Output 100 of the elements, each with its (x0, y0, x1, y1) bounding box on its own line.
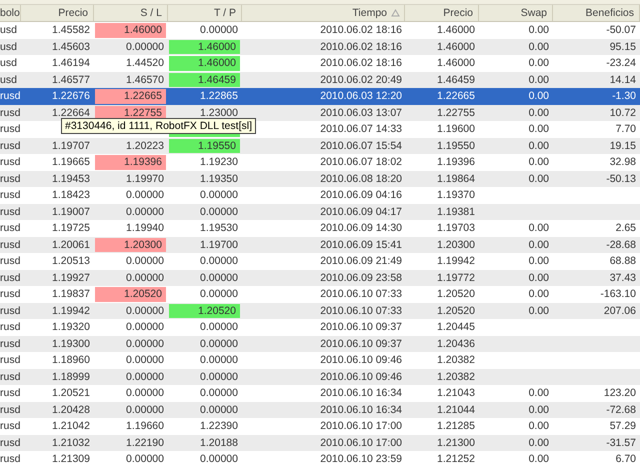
price-cell-text: 1.46459 (436, 72, 476, 88)
symbol-cell-text: rusd (0, 336, 21, 352)
profit-cell-text: 7.70 (614, 122, 637, 138)
symbol-cell-text: rusd (0, 370, 21, 385)
stop-loss-cell-text: 0.00000 (125, 353, 165, 368)
time-cell-text: 2010.06.07 18:02 (319, 155, 403, 170)
take-profit-cell-text: 0.00000 (199, 270, 239, 286)
profit-cell-text: -50.13 (605, 172, 637, 187)
swap-cell-text: 0.00 (528, 23, 550, 38)
time-cell-text: 2010.06.10 09:46 (319, 370, 403, 385)
table-row[interactable]: usd 1.46577 1.46570 1.46459 2010.06.02 20:49 1.46459 0.00 14.14 (0, 72, 640, 88)
swap-cell-text: 0.00 (528, 221, 550, 236)
stop-loss-cell-text: 0.00000 (125, 452, 165, 467)
take-profit-cell-text: 0.00000 (199, 287, 239, 302)
symbol-cell-text: rusd (0, 221, 21, 236)
symbol-cell-text: rusd (0, 270, 21, 286)
table-row[interactable]: rusd 1.18999 0.00000 0.00000 2010.06.10 09:46 1.20382 (0, 368, 640, 385)
price-cell-text: 1.20521 (51, 386, 91, 402)
column-header[interactable]: Swap (479, 5, 553, 21)
symbol-cell-text: rusd (0, 287, 21, 302)
price-cell-text: 1.22665 (436, 89, 476, 104)
symbol-cell-text: usd (0, 23, 18, 38)
take-profit-cell-text: 0.00000 (199, 353, 239, 368)
price-cell-text: 1.20520 (436, 287, 476, 302)
price-cell-text: 1.20382 (436, 353, 476, 368)
table-row[interactable]: usd 1.45603 0.00000 1.46000 2010.06.02 18:16 1.46000 0.00 95.15 (0, 38, 640, 55)
price-cell-text: 1.18423 (51, 188, 91, 204)
symbol-cell-text: rusd (0, 188, 21, 204)
price-cell-text: 1.46000 (436, 23, 476, 38)
profit-cell-text: -31.57 (605, 436, 637, 451)
price-cell-text: 1.45582 (51, 23, 91, 38)
price-cell-text: 1.20513 (51, 254, 91, 270)
column-header[interactable]: T / P (168, 5, 242, 21)
price-cell-text: 1.21043 (436, 386, 476, 402)
stop-loss-cell-text: 0.00000 (125, 336, 165, 352)
symbol-cell-text: rusd (0, 106, 21, 121)
profit-cell-text: 68.88 (608, 254, 637, 270)
price-cell-text: 1.20428 (51, 402, 91, 418)
table-row[interactable]: rusd 1.19453 1.19970 1.19350 2010.06.08 18:20 1.19864 0.00 -50.13 (0, 170, 640, 187)
swap-cell-text: 0.00 (528, 436, 550, 451)
price-cell-text: 1.46194 (51, 56, 91, 72)
time-cell-text: 2010.06.09 04:16 (319, 188, 403, 204)
table-row[interactable]: rusd 1.19707 1.20223 1.19550 2010.06.07 15:54 1.19550 0.00 19.15 (0, 138, 640, 154)
stop-loss-cell-text: 1.19970 (125, 172, 165, 187)
table-row[interactable]: rusd 1.19300 0.00000 0.00000 2010.06.10 09:37 1.20436 (0, 336, 640, 352)
price-cell-text: 1.19007 (51, 204, 91, 220)
swap-cell-text: 0.00 (528, 402, 550, 418)
table-row[interactable]: rusd 1.22676 1.22665 1.22865 2010.06.03 12:20 1.22665 0.00 -1.30 (0, 88, 640, 104)
swap-cell-text: 0.00 (528, 172, 550, 187)
price-cell-text: 1.19320 (51, 320, 91, 336)
take-profit-cell-text: 1.19700 (199, 238, 239, 253)
symbol-cell-text: rusd (0, 353, 21, 368)
price-cell-text: 1.19772 (436, 270, 476, 286)
stop-loss-cell-text: 0.00000 (125, 270, 165, 286)
column-header[interactable]: bolo (0, 5, 21, 21)
swap-cell-text: 0.00 (528, 89, 550, 104)
symbol-cell-text: usd (0, 56, 18, 72)
swap-cell-text: 0.00 (528, 419, 550, 434)
price-cell-text: 1.46000 (436, 40, 476, 55)
table-row[interactable]: rusd 1.19927 0.00000 0.00000 2010.06.09 23:58 1.19772 0.00 37.43 (0, 270, 640, 286)
take-profit-cell-text: 0.00000 (199, 452, 239, 467)
stop-loss-cell: 1.46000 (95, 23, 166, 38)
price-cell-text: 1.19725 (51, 221, 91, 236)
take-profit-cell-text: 0.00000 (199, 204, 239, 220)
stop-loss-cell: 1.19396 (95, 155, 166, 170)
time-cell-text: 2010.06.03 13:07 (319, 106, 403, 121)
column-header[interactable]: S / L (94, 5, 168, 21)
swap-cell-text: 0.00 (528, 40, 550, 55)
table-row[interactable]: rusd 1.19942 0.00000 1.20520 2010.06.10 07:33 1.20520 0.00 207.06 (0, 302, 640, 319)
take-profit-cell-text: 0.00000 (199, 254, 239, 270)
table-row[interactable]: rusd 1.19007 0.00000 0.00000 2010.06.09 04:17 1.19381 (0, 204, 640, 220)
column-header[interactable]: Precio (21, 5, 94, 21)
take-profit-cell-text: 1.20188 (199, 436, 239, 451)
price-cell-text: 1.19942 (436, 254, 476, 270)
column-header[interactable]: Tiempo (242, 5, 405, 21)
take-profit-cell: 1.19550 (169, 138, 240, 153)
stop-loss-cell-text: 0.00000 (125, 386, 165, 402)
symbol-cell-text: rusd (0, 204, 21, 220)
price-cell-text: 1.19703 (436, 221, 476, 236)
time-cell-text: 2010.06.02 18:16 (319, 40, 403, 55)
symbol-cell-text: rusd (0, 254, 21, 270)
take-profit-cell-text: 0.00000 (199, 336, 239, 352)
time-cell-text: 2010.06.02 20:49 (319, 72, 403, 88)
swap-cell-text: 0.00 (528, 238, 550, 253)
stop-loss-cell-text: 1.22190 (125, 436, 165, 451)
column-header[interactable]: Beneficios (553, 5, 640, 21)
table-row[interactable]: rusd 1.20428 0.00000 0.00000 2010.06.10 16:34 1.21044 0.00 -72.68 (0, 402, 640, 418)
price-cell-text: 1.21044 (436, 402, 476, 418)
table-row[interactable]: rusd 1.20061 1.20300 1.19700 2010.06.09 15:41 1.20300 0.00 -28.68 (0, 236, 640, 253)
price-cell-text: 1.21042 (51, 419, 91, 434)
price-cell-text: 1.19300 (51, 336, 91, 352)
swap-cell-text: 0.00 (528, 155, 550, 170)
stop-loss-cell-text: 1.46570 (125, 72, 165, 88)
symbol-cell-text: rusd (0, 238, 21, 253)
table-row[interactable]: rusd 1.21032 1.22190 1.20188 2010.06.10 17:00 1.21300 0.00 -31.57 (0, 434, 640, 451)
column-header[interactable]: Precio (405, 5, 479, 21)
stop-loss-cell-text: 0.00000 (125, 402, 165, 418)
profit-cell-text: 123.20 (602, 386, 637, 402)
profit-cell-text: -28.68 (605, 238, 637, 253)
symbol-cell-text: rusd (0, 155, 21, 170)
